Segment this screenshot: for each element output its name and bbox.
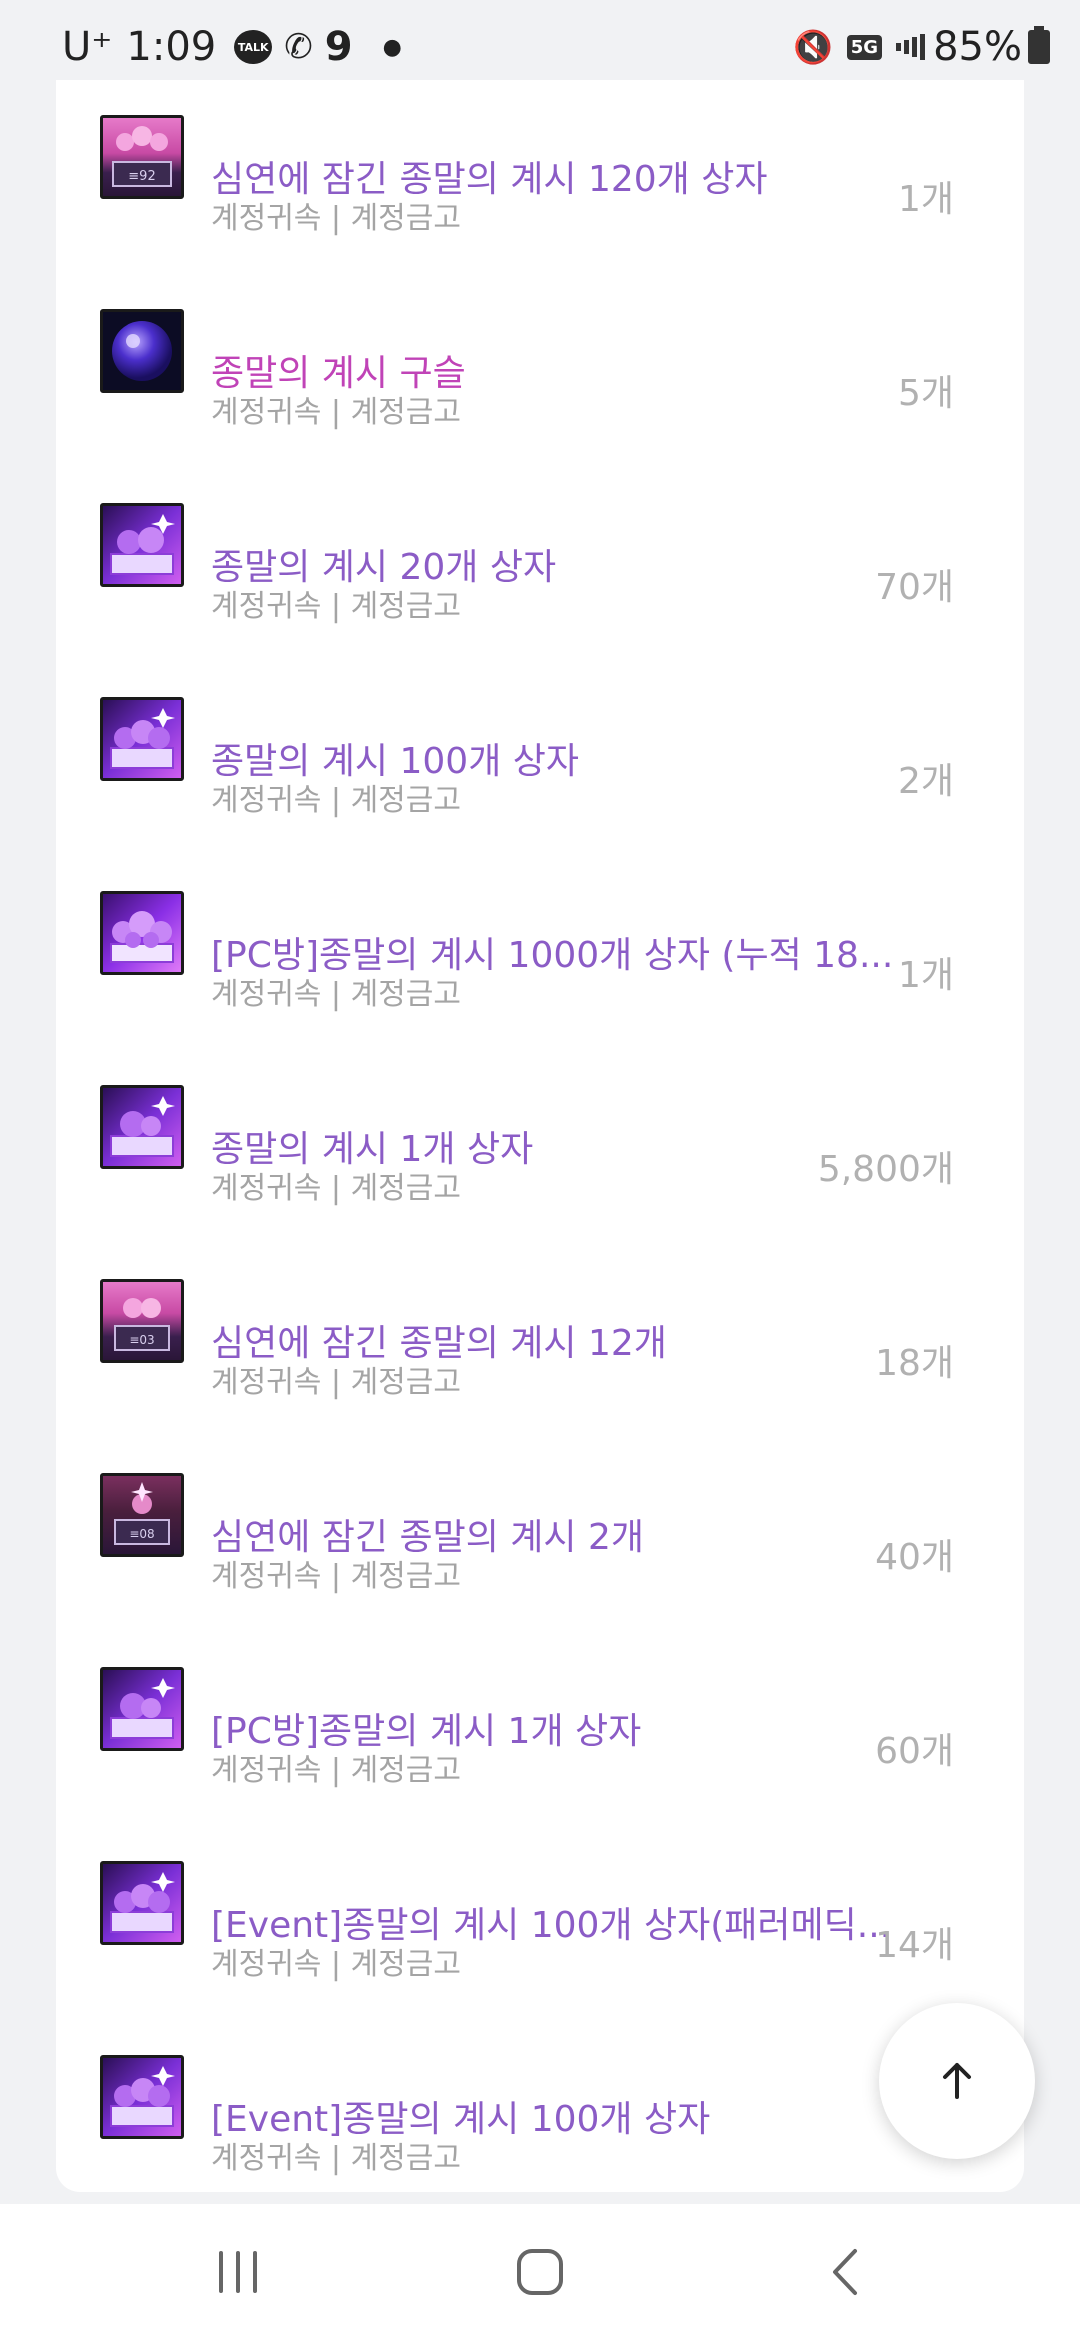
item-binding-label: 계정귀속 | 계정금고 xyxy=(211,1559,461,1594)
item-binding-label: 계정귀속 | 계정금고 xyxy=(211,1947,461,1982)
item-binding-label: 계정귀속 | 계정금고 xyxy=(211,201,461,236)
svg-text:≡03: ≡03 xyxy=(129,1333,154,1347)
purple-chest-icon xyxy=(100,2055,184,2139)
more-notifications-icon: ● xyxy=(382,34,402,60)
recents-icon xyxy=(219,2251,257,2293)
list-item[interactable]: 종말의 계시 1개 상자 계정귀속 | 계정금고 5,800개 xyxy=(56,1050,1024,1244)
back-button[interactable] xyxy=(800,2234,890,2310)
item-count: 70개 xyxy=(875,567,954,608)
home-icon xyxy=(517,2249,563,2295)
mute-icon: 🔇 xyxy=(792,28,833,66)
item-binding-label: 계정귀속 | 계정금고 xyxy=(211,2141,461,2176)
abyss-chest-icon: ≡08 xyxy=(100,1473,184,1557)
list-item[interactable]: ≡08 심연에 잠긴 종말의 계시 2개 계정귀속 | 계정금고 40개 xyxy=(56,1438,1024,1632)
nine-app-icon: 9 xyxy=(324,24,353,70)
item-binding-label: 계정귀속 | 계정금고 xyxy=(211,1753,461,1788)
list-item[interactable]: ≡03 심연에 잠긴 종말의 계시 12개 계정귀속 | 계정금고 18개 xyxy=(56,1244,1024,1438)
list-item[interactable]: [Event]종말의 계시 100개 상자 계정귀속 | 계정금고 xyxy=(56,2020,1024,2192)
scroll-to-top-button[interactable] xyxy=(879,2003,1035,2159)
network-5g-icon: 5G xyxy=(846,34,883,60)
abyss-chest-icon: ≡92 xyxy=(100,115,184,199)
purple-chest-icon xyxy=(100,1861,184,1945)
arrow-up-icon xyxy=(943,2063,971,2099)
status-bar: U⁺ 1:09 TALK ✆ 9 ● 🔇 5G 85% xyxy=(0,0,1080,90)
system-navigation-bar xyxy=(0,2204,1080,2340)
purple-chest-icon xyxy=(100,1667,184,1751)
kakaotalk-icon: TALK xyxy=(234,30,273,64)
svg-text:≡08: ≡08 xyxy=(129,1527,154,1541)
purple-chest-icon xyxy=(100,891,184,975)
signal-icon xyxy=(896,33,926,61)
list-item[interactable]: ≡92 심연에 잠긴 종말의 계시 120개 상자 계정귀속 | 계정금고 1개 xyxy=(56,80,1024,274)
item-count: 14개 xyxy=(875,1925,954,1966)
home-button[interactable] xyxy=(495,2234,585,2310)
item-count: 60개 xyxy=(875,1731,954,1772)
purple-chest-icon xyxy=(100,1085,184,1169)
item-count: 5,800개 xyxy=(817,1149,954,1190)
item-count: 1개 xyxy=(897,955,954,996)
item-list-card: ≡92 심연에 잠긴 종말의 계시 120개 상자 계정귀속 | 계정금고 1개… xyxy=(56,80,1024,2192)
list-item[interactable]: 종말의 계시 20개 상자 계정귀속 | 계정금고 70개 xyxy=(56,468,1024,662)
list-item[interactable]: [Event]종말의 계시 100개 상자(패러메딕... 계정귀속 | 계정금… xyxy=(56,1826,1024,2020)
list-item[interactable]: [PC방]종말의 계시 1개 상자 계정귀속 | 계정금고 60개 xyxy=(56,1632,1024,1826)
purple-chest-icon xyxy=(100,697,184,781)
item-count: 1개 xyxy=(897,179,954,220)
abyss-chest-icon: ≡03 xyxy=(100,1279,184,1363)
item-count: 5개 xyxy=(897,373,954,414)
list-item[interactable]: 종말의 계시 100개 상자 계정귀속 | 계정금고 2개 xyxy=(56,662,1024,856)
recents-button[interactable] xyxy=(193,2234,283,2310)
item-binding-label: 계정귀속 | 계정금고 xyxy=(211,977,461,1012)
item-binding-label: 계정귀속 | 계정금고 xyxy=(211,783,461,818)
carrier-label: U⁺ xyxy=(62,24,113,70)
battery-icon xyxy=(1028,26,1050,64)
list-item[interactable]: [PC방]종말의 계시 1000개 상자 (누적 18... 계정귀속 | 계정… xyxy=(56,856,1024,1050)
item-count: 2개 xyxy=(897,761,954,802)
back-icon xyxy=(833,2249,857,2295)
battery-percent: 85% xyxy=(933,24,1022,70)
svg-text:≡92: ≡92 xyxy=(128,169,155,184)
item-count: 40개 xyxy=(875,1537,954,1578)
item-count: 18개 xyxy=(875,1343,954,1384)
list-item[interactable]: 종말의 계시 구슬 계정귀속 | 계정금고 5개 xyxy=(56,274,1024,468)
item-binding-label: 계정귀속 | 계정금고 xyxy=(211,1365,461,1400)
item-binding-label: 계정귀속 | 계정금고 xyxy=(211,395,461,430)
item-binding-label: 계정귀속 | 계정금고 xyxy=(211,589,461,624)
item-binding-label: 계정귀속 | 계정금고 xyxy=(211,1171,461,1206)
orb-icon xyxy=(100,309,184,393)
purple-chest-icon xyxy=(100,503,184,587)
phone-call-icon: ✆ xyxy=(284,27,313,67)
clock: 1:09 xyxy=(126,24,217,70)
